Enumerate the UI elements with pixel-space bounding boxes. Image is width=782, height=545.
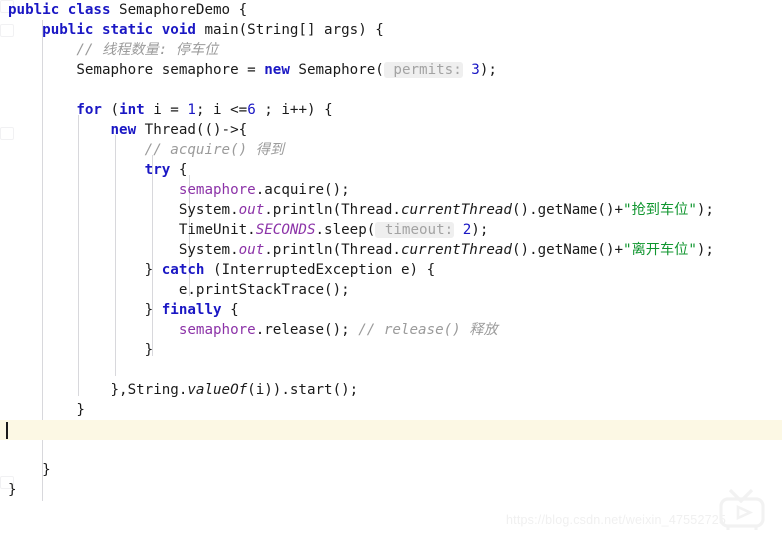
- code-line[interactable]: TimeUnit.SECONDS.sleep( timeout: 2);: [0, 220, 782, 240]
- code-line[interactable]: try {: [0, 160, 782, 180]
- code-line[interactable]: public class SemaphoreDemo {: [0, 0, 782, 20]
- code-line[interactable]: } catch (InterruptedException e) {: [0, 260, 782, 280]
- code-line[interactable]: System.out.println(Thread.currentThread(…: [0, 200, 782, 220]
- code-line[interactable]: Semaphore semaphore = new Semaphore( per…: [0, 60, 782, 80]
- code-editor-canvas[interactable]: public class SemaphoreDemo { public stat…: [0, 0, 782, 545]
- watermark-url: https://blog.csdn.net/weixin_47552725: [506, 513, 727, 527]
- code-line[interactable]: System.out.println(Thread.currentThread(…: [0, 240, 782, 260]
- code-line[interactable]: }: [0, 480, 782, 500]
- code-line[interactable]: }: [0, 460, 782, 480]
- code-line[interactable]: // acquire() 得到: [0, 140, 782, 160]
- code-line[interactable]: e.printStackTrace();: [0, 280, 782, 300]
- code-line[interactable]: }: [0, 340, 782, 360]
- code-line[interactable]: ​: [0, 360, 782, 380]
- code-line[interactable]: ​: [0, 80, 782, 100]
- tv-play-icon: [714, 481, 770, 533]
- code-line[interactable]: } finally {: [0, 300, 782, 320]
- code-line[interactable]: ​: [0, 420, 782, 440]
- code-line[interactable]: }: [0, 400, 782, 420]
- code-line[interactable]: // 线程数量: 停车位: [0, 40, 782, 60]
- code-line[interactable]: semaphore.acquire();: [0, 180, 782, 200]
- source-code[interactable]: public class SemaphoreDemo { public stat…: [0, 0, 782, 500]
- code-line[interactable]: public static void main(String[] args) {: [0, 20, 782, 40]
- code-line[interactable]: },String.valueOf(i)).start();: [0, 380, 782, 400]
- code-line[interactable]: semaphore.release(); // release() 释放: [0, 320, 782, 340]
- code-line[interactable]: for (int i = 1; i <=6 ; i++) {: [0, 100, 782, 120]
- code-line[interactable]: ​: [0, 440, 782, 460]
- code-line[interactable]: new Thread(()->{: [0, 120, 782, 140]
